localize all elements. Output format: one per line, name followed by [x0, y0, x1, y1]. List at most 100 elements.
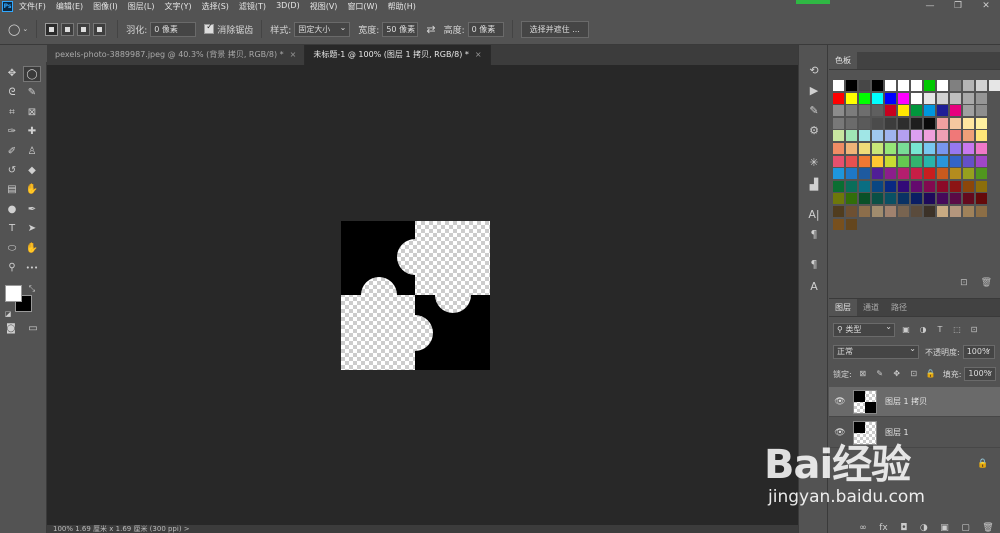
color-swatch[interactable]	[859, 168, 870, 180]
color-swatch[interactable]	[846, 218, 857, 230]
color-swatch[interactable]	[872, 80, 883, 91]
color-swatch[interactable]	[833, 80, 844, 91]
color-swatch[interactable]	[885, 117, 896, 129]
minimize-button[interactable]: —	[916, 1, 944, 11]
path-selection-tool-icon[interactable]: ➤	[23, 221, 41, 237]
foreground-color-swatch[interactable]	[5, 285, 22, 302]
color-swatch[interactable]	[846, 193, 857, 205]
color-swatch[interactable]	[963, 130, 974, 142]
color-swatch[interactable]	[859, 105, 870, 117]
color-swatch[interactable]	[911, 117, 922, 129]
menu-item[interactable]: 3D(D)	[276, 1, 300, 12]
color-swatch[interactable]	[924, 143, 935, 154]
style-select[interactable]: 固定大小	[294, 21, 351, 37]
menu-item[interactable]: 文字(Y)	[164, 1, 191, 12]
color-swatch[interactable]	[911, 168, 922, 180]
color-swatch[interactable]	[898, 155, 909, 167]
color-swatch[interactable]	[950, 193, 961, 205]
color-swatch[interactable]	[846, 117, 857, 129]
color-swatch[interactable]	[846, 105, 857, 117]
tab-layers[interactable]: 图层	[829, 299, 857, 316]
color-swatch[interactable]	[976, 130, 987, 142]
lock-pixels-icon[interactable]: ✎	[874, 368, 886, 380]
color-swatch[interactable]	[950, 92, 961, 104]
layer-row[interactable]: 👁 图层 1 拷贝	[829, 387, 1000, 417]
menu-item[interactable]: 图层(L)	[128, 1, 155, 12]
menu-item[interactable]: 选择(S)	[202, 1, 229, 12]
color-swatch[interactable]	[950, 206, 961, 217]
menu-item[interactable]: 帮助(H)	[388, 1, 416, 12]
color-swatch[interactable]	[859, 117, 870, 129]
crop-tool-icon[interactable]: ⌗	[3, 105, 21, 121]
color-swatch[interactable]	[937, 193, 948, 205]
color-swatch[interactable]	[924, 193, 935, 205]
adjustment-filter-icon[interactable]: ◑	[917, 324, 929, 336]
history-brush-tool-icon[interactable]: ↺	[3, 163, 21, 179]
smart-object-filter-icon[interactable]: ⊡	[968, 324, 980, 336]
gradient-tool-icon[interactable]: ▤	[3, 182, 21, 198]
new-layer-icon[interactable]: ▢	[961, 523, 970, 533]
blur-tool-icon[interactable]: ✋	[23, 182, 41, 198]
visibility-eye-icon[interactable]: 👁	[833, 397, 847, 407]
type-tool-icon[interactable]: T	[3, 221, 21, 237]
lock-all-icon[interactable]: 🔒	[925, 368, 937, 380]
canvas-area[interactable]	[47, 65, 798, 525]
color-swatch[interactable]	[898, 206, 909, 217]
color-swatch[interactable]	[846, 206, 857, 217]
healing-brush-tool-icon[interactable]: ✚	[23, 124, 41, 140]
color-swatch[interactable]	[859, 130, 870, 142]
zoom-tool-icon[interactable]: ⚲	[3, 260, 21, 276]
color-swatch[interactable]	[885, 155, 896, 167]
color-swatch[interactable]	[911, 80, 922, 91]
color-swatch[interactable]	[846, 180, 857, 192]
color-swatch[interactable]	[911, 155, 922, 167]
color-swatch[interactable]	[833, 168, 844, 180]
color-swatch[interactable]	[963, 92, 974, 104]
color-swatch[interactable]	[924, 92, 935, 104]
link-layers-icon[interactable]: ∞	[859, 523, 867, 533]
character-styles-icon[interactable]: A	[805, 279, 823, 295]
move-tool-icon[interactable]: ✥	[3, 66, 21, 82]
color-swatch[interactable]	[898, 193, 909, 205]
color-swatch[interactable]	[872, 105, 883, 117]
color-swatch[interactable]	[911, 180, 922, 192]
antialias-checkbox[interactable]	[204, 22, 215, 34]
color-swatch[interactable]	[976, 105, 987, 117]
color-swatch[interactable]	[833, 105, 844, 117]
color-swatch[interactable]	[872, 193, 883, 205]
close-tab-icon[interactable]: ×	[290, 50, 297, 59]
brush-tool-icon[interactable]: ✐	[3, 144, 21, 160]
color-swatch[interactable]	[898, 80, 909, 91]
color-swatch[interactable]	[833, 193, 844, 205]
dodge-tool-icon[interactable]: ●	[3, 202, 21, 218]
document-tab[interactable]: 未标题-1 @ 100% (图层 1 拷贝, RGB/8) * ×	[305, 45, 491, 65]
tool-preset-picker[interactable]: ◯ ⌄	[8, 23, 28, 36]
color-swatch[interactable]	[976, 180, 987, 192]
color-swatch[interactable]	[846, 143, 857, 154]
color-swatch[interactable]	[950, 80, 961, 91]
restore-button[interactable]: ❐	[944, 1, 972, 11]
color-swatch[interactable]	[937, 117, 948, 129]
color-swatch[interactable]	[872, 130, 883, 142]
color-swatch[interactable]	[833, 143, 844, 154]
color-swatch[interactable]	[859, 143, 870, 154]
frame-tool-icon[interactable]: ⊠	[23, 105, 41, 121]
color-swatch[interactable]	[885, 180, 896, 192]
color-swatch[interactable]	[937, 105, 948, 117]
swap-dimensions-button[interactable]: ⇄	[426, 23, 435, 36]
lock-position-icon[interactable]: ✥	[891, 368, 903, 380]
color-swatch[interactable]	[872, 180, 883, 192]
brush-settings-icon[interactable]: ✎	[805, 103, 823, 119]
document-tab[interactable]: pexels-photo-3889987.jpeg @ 40.3% (背景 拷贝…	[47, 45, 306, 65]
color-swatch[interactable]	[937, 143, 948, 154]
add-mask-icon[interactable]: ◘	[900, 523, 907, 533]
color-swatch[interactable]	[872, 117, 883, 129]
color-swatch[interactable]	[937, 130, 948, 142]
color-swatch[interactable]	[885, 105, 896, 117]
color-swatch[interactable]	[950, 105, 961, 117]
quick-selection-tool-icon[interactable]: ✎	[23, 85, 41, 101]
color-swatch[interactable]	[833, 92, 844, 104]
color-swatch[interactable]	[976, 80, 987, 91]
color-swatch[interactable]	[950, 168, 961, 180]
close-button[interactable]: ✕	[972, 1, 1000, 11]
